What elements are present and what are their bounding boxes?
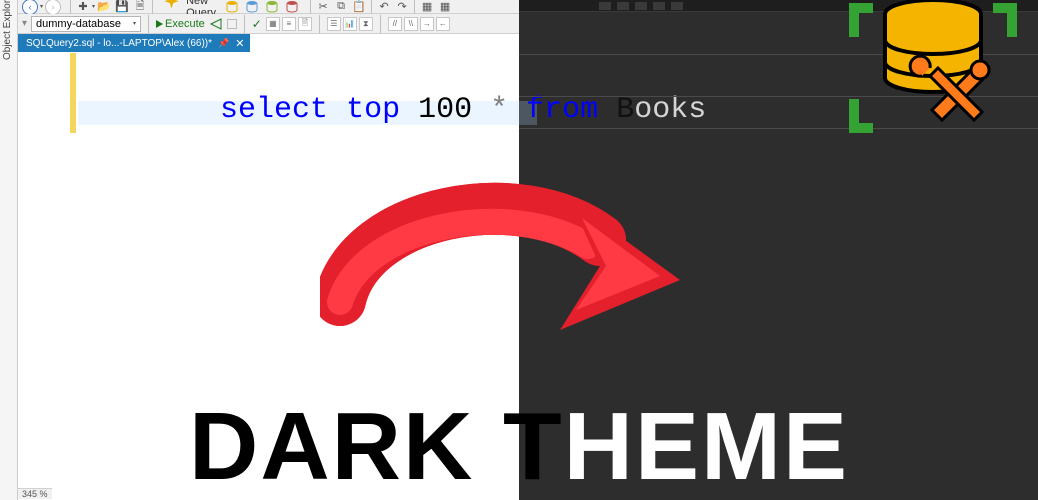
outdent-icon[interactable]: ← bbox=[436, 17, 450, 31]
keyword-top: top bbox=[346, 93, 400, 127]
keyword-select: select bbox=[220, 93, 328, 127]
transition-arrow-icon bbox=[320, 170, 690, 350]
client-stats-icon[interactable]: 📊 bbox=[343, 17, 357, 31]
status-zoom-level: 345 % bbox=[18, 488, 52, 499]
uncomment-icon[interactable]: \\ bbox=[404, 17, 418, 31]
dark-toolbar-icon[interactable] bbox=[653, 2, 665, 10]
star-token: * bbox=[490, 93, 508, 127]
indent-icon[interactable]: → bbox=[420, 17, 434, 31]
nav-forward-button[interactable]: › bbox=[45, 0, 61, 15]
comment-icon[interactable]: // bbox=[388, 17, 402, 31]
database-dropdown[interactable]: dummy-database ▾ bbox=[31, 16, 141, 32]
dark-toolbar-icon[interactable] bbox=[599, 2, 611, 10]
chevron-down-icon: ▾ bbox=[133, 20, 136, 27]
pin-icon[interactable]: 📌 bbox=[218, 38, 229, 49]
keyword-from: from bbox=[526, 93, 598, 127]
toolbar-separator bbox=[319, 15, 320, 33]
editor-tab-active[interactable]: SQLQuery2.sql - lo...-LAPTOP\Alex (66))*… bbox=[18, 34, 250, 52]
dark-toolbar-icon[interactable] bbox=[635, 2, 647, 10]
headline-left: DARK T bbox=[189, 393, 564, 500]
execute-button[interactable]: Execute bbox=[156, 18, 205, 30]
toolbar-separator bbox=[148, 15, 149, 33]
play-icon bbox=[156, 20, 163, 28]
parse-check-icon[interactable]: ✓ bbox=[252, 17, 262, 31]
headline-right: HEME bbox=[564, 393, 849, 500]
results-file-icon[interactable]: 🗎 bbox=[298, 17, 312, 31]
database-selected-value: dummy-database bbox=[36, 18, 121, 30]
change-marker bbox=[70, 53, 76, 133]
main-toolbar: ‹ ▾ › ✚ ▾ 📂 💾 🗎 New Query bbox=[18, 0, 519, 14]
object-explorer-label: Object Explorer bbox=[2, 0, 13, 60]
debug-button[interactable] bbox=[209, 17, 223, 31]
results-text-icon[interactable]: ≡ bbox=[282, 17, 296, 31]
identifier-books-left: B bbox=[616, 93, 634, 127]
database-tools-illustration bbox=[848, 0, 1018, 140]
chevron-down-icon[interactable]: ▾ bbox=[40, 3, 43, 10]
include-plan-icon[interactable]: ☰ bbox=[327, 17, 341, 31]
execute-label: Execute bbox=[165, 18, 205, 30]
editor-tab-label: SQLQuery2.sql - lo...-LAPTOP\Alex (66))* bbox=[26, 38, 212, 49]
identifier-books-right: ooks bbox=[634, 93, 706, 127]
results-grid-icon[interactable]: ▦ bbox=[266, 17, 280, 31]
toolbar-separator bbox=[244, 15, 245, 33]
toolbar-separator bbox=[380, 15, 381, 33]
literal-100: 100 bbox=[418, 93, 472, 127]
nav-back-button[interactable]: ‹ bbox=[22, 0, 38, 15]
headline-dark-theme: DARK THEME bbox=[0, 404, 1038, 490]
dark-toolbar-icon[interactable] bbox=[671, 2, 683, 10]
stop-button[interactable] bbox=[227, 19, 237, 29]
live-stats-icon[interactable]: ⧗ bbox=[359, 17, 373, 31]
close-tab-icon[interactable]: ✕ bbox=[235, 37, 244, 50]
query-toolbar: ▾ dummy-database ▾ Execute ✓ ▦ ≡ 🗎 ☰ 📊 ⧗ bbox=[18, 14, 519, 34]
dark-toolbar-icon[interactable] bbox=[617, 2, 629, 10]
